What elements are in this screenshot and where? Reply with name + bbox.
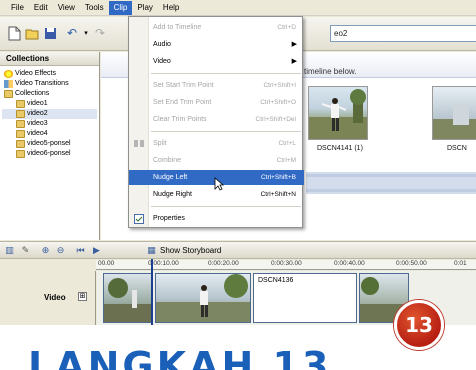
menu-separator — [151, 131, 301, 132]
menu-item-add-to-timeline[interactable]: Add to Timeline Ctrl+D — [129, 20, 304, 35]
rewind-icon[interactable]: ⏮ — [75, 245, 86, 256]
mouse-cursor-icon — [214, 177, 224, 191]
star-icon — [4, 70, 13, 78]
new-project-icon[interactable] — [6, 25, 22, 41]
folder-icon — [4, 90, 13, 98]
step-heading: LANGKAH 13 — [28, 344, 332, 370]
submenu-arrow-icon: ▶ — [291, 58, 297, 65]
tree-item-collections[interactable]: Collections — [2, 89, 97, 99]
play-timeline-icon[interactable]: ▶ — [91, 245, 102, 256]
address-field[interactable]: eo2 — [330, 25, 476, 42]
clip-label-dscn4141: DSCN4141 (1) — [317, 145, 363, 152]
folder-icon — [16, 120, 25, 128]
menu-clip[interactable]: Clip — [108, 0, 133, 15]
save-icon[interactable] — [42, 25, 58, 41]
expand-track-icon[interactable]: ⊞ — [78, 292, 87, 301]
menu-item-set-start-trim[interactable]: Set Start Trim Point Ctrl+Shift+I — [129, 78, 304, 93]
clip-menu-dropdown: Add to Timeline Ctrl+D Audio ▶ Video ▶ S… — [128, 16, 304, 228]
ruler-tick: 0:00:30.00 — [271, 260, 302, 267]
split-icon — [134, 139, 144, 148]
tree-item-video2[interactable]: video2 — [2, 109, 97, 119]
timeline-clip[interactable] — [103, 273, 153, 323]
video-track-label: Video — [44, 293, 66, 302]
menu-item-set-end-trim[interactable]: Set End Trim Point Ctrl+Shift+O — [129, 95, 304, 110]
storyboard-icon[interactable]: ▦ — [146, 245, 157, 256]
movie-maker-window: File Edit View Tools Clip Play Help ↶ ▾ … — [0, 0, 476, 325]
collections-tree: Video Effects Video Transitions Collecti… — [0, 66, 99, 162]
timeline-playhead[interactable] — [151, 259, 153, 325]
tree-item-video1[interactable]: video1 — [2, 99, 97, 109]
folder-icon — [16, 150, 25, 158]
menu-tools[interactable]: Tools — [80, 1, 109, 15]
ruler-tick: 0:00:20.00 — [208, 260, 239, 267]
menu-separator — [151, 73, 301, 74]
tree-item-video6-ponsel[interactable]: video6-ponsel — [2, 149, 97, 159]
menu-play[interactable]: Play — [132, 1, 158, 15]
film-strip-decoration — [306, 172, 476, 194]
clip-image — [156, 274, 250, 322]
menu-item-split[interactable]: Split Ctrl+L — [129, 136, 304, 151]
clip-image — [104, 278, 152, 322]
show-storyboard-button[interactable]: Show Storyboard — [160, 246, 221, 255]
tree-item-video3[interactable]: video3 — [2, 119, 97, 129]
clip-image — [433, 105, 476, 139]
tree-item-video4[interactable]: video4 — [2, 129, 97, 139]
timeline-clip-title: DSCN4136 — [258, 277, 294, 284]
tree-item-video-transitions[interactable]: Video Transitions — [2, 79, 97, 89]
menu-item-video[interactable]: Video ▶ — [129, 54, 304, 69]
collections-panel: Collections Video Effects Video Transiti… — [0, 52, 100, 240]
ruler-tick: 0:00:50.00 — [396, 260, 427, 267]
folder-icon — [16, 100, 25, 108]
menu-help[interactable]: Help — [158, 1, 184, 15]
menu-view[interactable]: View — [53, 1, 80, 15]
transition-icon — [4, 80, 13, 88]
ruler-tick: 0:00:40.00 — [334, 260, 365, 267]
menu-item-clear-trim[interactable]: Clear Trim Points Ctrl+Shift+Del — [129, 112, 304, 127]
clip-thumbnail-dscn4141[interactable] — [308, 86, 368, 140]
ruler-tick: 00.00 — [98, 260, 115, 267]
step-number-badge: 13 — [394, 300, 444, 350]
video-track-header: Video ⊞ — [0, 271, 96, 325]
menu-item-combine[interactable]: Combine Ctrl+M — [129, 153, 304, 168]
open-folder-icon[interactable] — [24, 25, 40, 41]
folder-icon — [16, 130, 25, 138]
folder-icon — [16, 140, 25, 148]
tree-item-video-effects[interactable]: Video Effects — [2, 69, 97, 79]
tree-item-video5-ponsel[interactable]: video5-ponsel — [2, 139, 97, 149]
clip-label-dscn: DSCN — [447, 145, 467, 152]
zoom-in-icon[interactable]: ⊕ — [40, 245, 51, 256]
narrate-microphone-icon[interactable]: ✎ — [20, 245, 31, 256]
timeline-ruler: 00.00 0:00:10.00 0:00:20.00 0:00:30.00 0… — [96, 260, 476, 270]
timeline-toolbar: ▥ ✎ ⊕ ⊖ ⏮ ▶ ▦ Show Storyboard — [0, 241, 476, 259]
zoom-out-icon[interactable]: ⊖ — [55, 245, 66, 256]
ruler-tick: 0:01 — [454, 260, 467, 267]
properties-icon — [134, 214, 144, 224]
menu-item-audio[interactable]: Audio ▶ — [129, 37, 304, 52]
menu-edit[interactable]: Edit — [29, 1, 53, 15]
submenu-arrow-icon: ▶ — [291, 41, 297, 48]
timeline-clip[interactable] — [155, 273, 251, 323]
collections-title: Collections — [0, 52, 99, 66]
menu-item-properties[interactable]: Properties — [129, 211, 304, 226]
menu-bar: File Edit View Tools Clip Play Help — [0, 0, 476, 16]
clip-image — [309, 89, 367, 139]
redo-icon[interactable]: ↷ — [92, 25, 108, 41]
menu-file[interactable]: File — [6, 1, 29, 15]
menu-separator — [151, 206, 301, 207]
clip-thumbnail-dscn[interactable] — [432, 86, 476, 140]
folder-icon — [16, 110, 25, 118]
timeline-clip-dscn4136[interactable]: DSCN4136 — [253, 273, 357, 323]
timeline-view-icon[interactable]: ▥ — [4, 245, 15, 256]
